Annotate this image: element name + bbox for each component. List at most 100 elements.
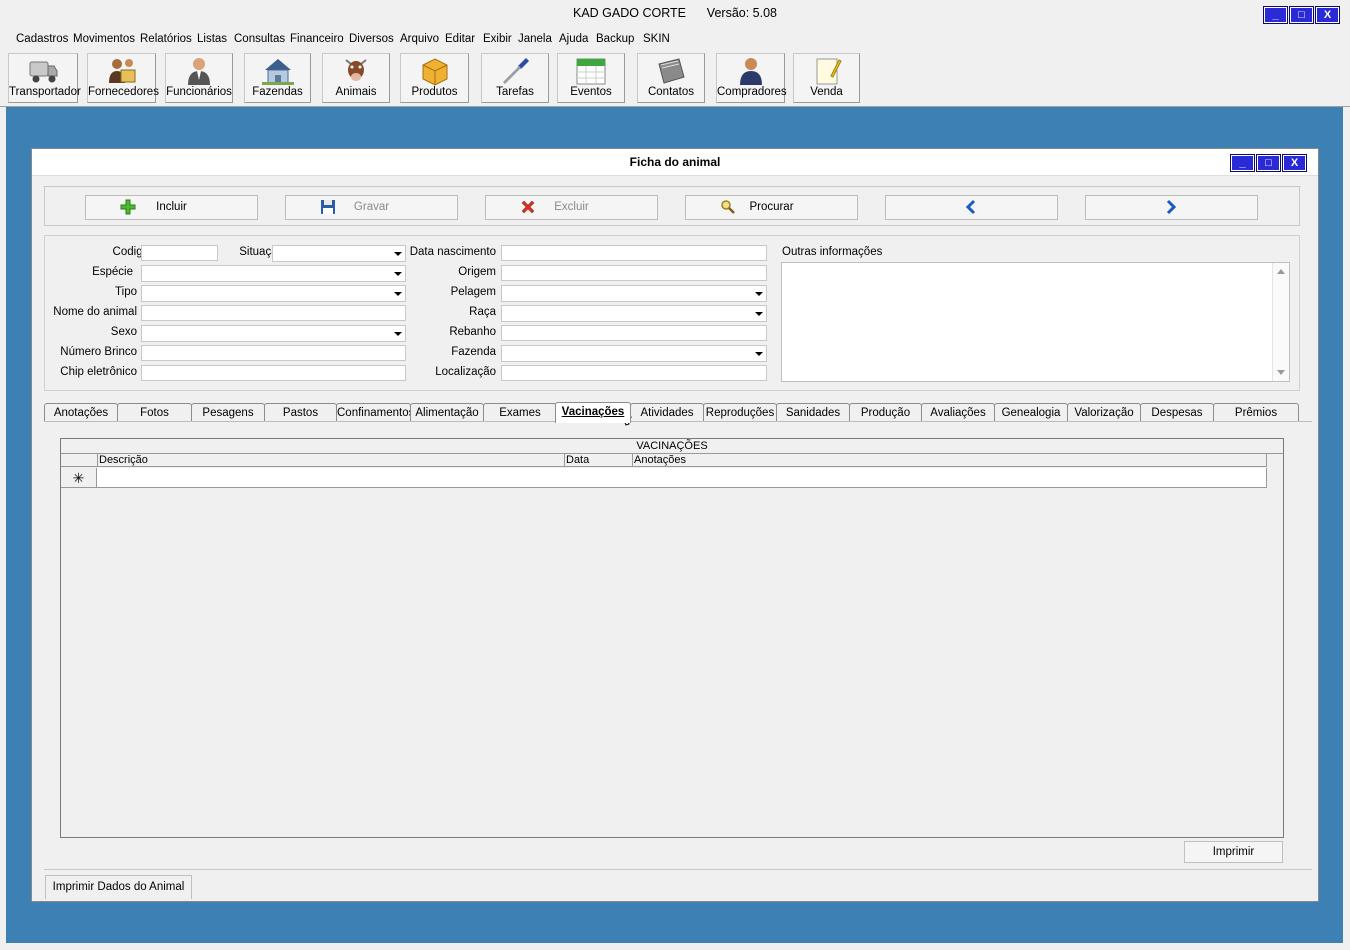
next-record-button[interactable] [1085,195,1258,220]
vertical-scrollbar[interactable] [1272,263,1289,381]
excluir-button[interactable]: Excluir [485,195,658,220]
grid-column-descricao[interactable]: Descrição [97,454,565,467]
tab-anotacoes[interactable]: Anotações [44,403,118,422]
tab-alimentacao[interactable]: Alimentação [410,403,484,422]
close-button[interactable]: X [1315,6,1340,24]
animal-record-window: Ficha do animal _ □ X Incluir Gravar Exc… [31,148,1319,902]
tab-avaliacoes[interactable]: Avaliações [921,403,995,422]
toolbar-venda-button[interactable]: Venda [793,53,860,103]
chevron-down-icon [755,292,763,296]
fazenda-label: Fazenda [451,346,496,358]
sexo-select[interactable] [141,325,406,342]
main-toolbar: Transportador Fornecedores Funcionários … [0,49,1350,107]
toolbar-produtos-button[interactable]: Produtos [400,53,469,103]
imprimir-button[interactable]: Imprimir [1184,841,1283,863]
chevron-down-icon [394,272,402,276]
rebanho-input[interactable] [501,325,767,341]
grid-cell-data[interactable] [564,468,633,488]
toolbar-transportador-button[interactable]: Transportador [8,53,81,103]
outras-informacoes-label: Outras informações [782,246,883,258]
toolbar-compradores-button[interactable]: Compradores [716,53,787,103]
chip-input[interactable] [141,365,406,381]
pelagem-label: Pelagem [450,286,496,298]
tab-genealogia[interactable]: Genealogia [994,403,1068,422]
toolbar-animais-button[interactable]: Animais [322,53,390,103]
toolbar-tarefas-button[interactable]: Tarefas [481,53,549,103]
tab-confinamentos[interactable]: Confinamentos [336,403,411,422]
address-book-icon [655,56,687,86]
menu-financeiro[interactable]: Financeiro [290,33,344,45]
tab-pesagens[interactable]: Pesagens [191,403,265,422]
toolbar-label: Contatos [647,86,695,98]
toolbar-eventos-button[interactable]: Eventos [557,53,625,103]
menu-arquivo[interactable]: Arquivo [400,33,439,45]
origem-input[interactable] [501,265,767,281]
child-minimize-button[interactable]: _ [1230,154,1255,172]
grid-cell-anotacoes[interactable] [632,468,1267,488]
menu-skin[interactable]: SKIN [643,33,670,45]
menu-ajuda[interactable]: Ajuda [559,33,588,45]
incluir-button[interactable]: Incluir [85,195,258,220]
tab-vacinacoes[interactable]: Vacinações [555,402,631,423]
chevron-down-icon [394,332,402,336]
toolbar-label: Fornecedores [88,86,159,98]
menu-listas[interactable]: Listas [197,33,227,45]
tab-reproducoes[interactable]: Reproduções [703,403,777,422]
pelagem-select[interactable] [501,285,767,302]
fazenda-select[interactable] [501,345,767,362]
child-window-title: Ficha do animal [629,155,721,169]
outras-informacoes-textarea[interactable] [781,262,1290,382]
procurar-button[interactable]: Procurar [685,195,858,220]
minimize-button[interactable]: _ [1263,6,1288,24]
tipo-select[interactable] [141,285,406,302]
situacao-select[interactable] [272,245,406,262]
maximize-button[interactable]: □ [1289,6,1314,24]
tab-pastos[interactable]: Pastos [264,403,337,422]
chevron-down-icon [755,352,763,356]
numero-brinco-input[interactable] [141,345,406,361]
tab-premios[interactable]: Prêmios [1213,403,1299,422]
menu-consultas[interactable]: Consultas [234,33,285,45]
especie-select[interactable] [141,265,406,282]
toolbar-fornecedores-button[interactable]: Fornecedores [87,53,159,103]
chip-label: Chip eletrônico [60,366,137,378]
grid-cell-descricao[interactable] [97,468,565,488]
tab-atividades[interactable]: Atividades [630,403,704,422]
toolbar-label: Fazendas [252,86,303,98]
menu-backup[interactable]: Backup [596,33,634,45]
gravar-button[interactable]: Gravar [285,195,458,220]
localizacao-input[interactable] [501,365,767,381]
menu-movimentos[interactable]: Movimentos [73,33,135,45]
toolbar-contatos-button[interactable]: Contatos [637,53,705,103]
chevron-down-icon [394,252,402,256]
imprimir-dados-animal-tab[interactable]: Imprimir Dados do Animal [45,875,192,899]
grid-column-data[interactable]: Data [564,454,633,467]
previous-record-button[interactable] [885,195,1058,220]
toolbar-label: Compradores [717,86,787,98]
nome-animal-input[interactable] [141,305,406,321]
codigo-input[interactable] [141,245,218,261]
menu-editar[interactable]: Editar [445,33,475,45]
menu-diversos[interactable]: Diversos [349,33,394,45]
toolbar-funcionarios-button[interactable]: Funcionários [165,53,233,103]
vacinacoes-grid[interactable]: VACINAÇÕES Descrição Data Anotações ✳ [60,438,1284,838]
tab-exames[interactable]: Exames [483,403,557,422]
tab-producao[interactable]: Produção [849,403,922,422]
menu-relatorios[interactable]: Relatórios [140,33,192,45]
child-maximize-button[interactable]: □ [1256,154,1281,172]
child-close-button[interactable]: X [1282,154,1307,172]
toolbar-fazendas-button[interactable]: Fazendas [244,53,311,103]
data-nascimento-input[interactable] [501,245,767,261]
tab-fotos[interactable]: Fotos [117,403,192,422]
menu-cadastros[interactable]: Cadastros [16,33,68,45]
record-action-bar: Incluir Gravar Excluir Procurar [44,186,1300,226]
grid-column-anotacoes[interactable]: Anotações [632,454,1267,467]
menu-janela[interactable]: Janela [518,33,552,45]
box-icon [419,56,451,86]
menu-exibir[interactable]: Exibir [483,33,512,45]
toolbar-label: Eventos [570,86,612,98]
tab-sanidades[interactable]: Sanidades [776,403,850,422]
raca-select[interactable] [501,305,767,322]
tab-valorizacao[interactable]: Valorização [1067,403,1141,422]
tab-despesas[interactable]: Despesas [1140,403,1214,422]
